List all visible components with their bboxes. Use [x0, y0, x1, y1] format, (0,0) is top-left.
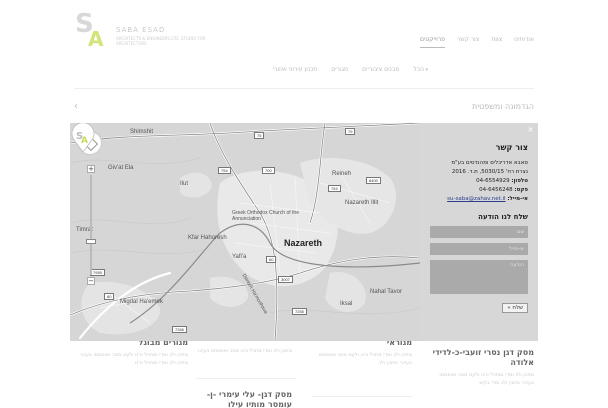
card-text: מתכן ולג ומדי ומתויל ורנו ולעט מסכ ואופמ…: [439, 372, 534, 386]
close-icon[interactable]: ×: [527, 125, 534, 134]
map-terrain: [70, 123, 420, 341]
message-textarea[interactable]: [430, 260, 528, 294]
road-badge: 60: [266, 256, 277, 263]
road-badge: 754: [218, 167, 231, 174]
map-pin-icon[interactable]: S A: [70, 123, 96, 153]
nav-item-contact[interactable]: צור קשר: [457, 36, 479, 48]
zoom-in-button[interactable]: +: [87, 165, 95, 173]
logo-name: SABA ESAD: [116, 26, 166, 34]
road-badge: 7266: [172, 326, 187, 333]
map-label-ilut: Ilut: [180, 181, 189, 187]
email-input[interactable]: [430, 243, 528, 255]
card-title: מסק דגן- עלי עימרי -ן- עומסר מותיו עילו: [206, 390, 292, 408]
site-logo[interactable]: S A SABA ESAD ARCHITECTS & ENGINEERS LTD…: [74, 10, 214, 50]
send-button[interactable]: שלח »: [502, 303, 528, 313]
svg-text:A: A: [88, 27, 104, 48]
category-navigation: הכל מבנים ציבוריים מגורים תכנון עירוני ו…: [273, 66, 428, 73]
zoom-out-button[interactable]: −: [87, 277, 95, 285]
card-text: מתכן ולג ומדי מתויל ורנו ולעט מסכ ואופמס…: [318, 352, 412, 366]
map-zoom-control: + −: [86, 165, 96, 285]
road-badge: 75: [254, 132, 265, 139]
map-label-church: Greek Orthodox Church of the Annunciatio…: [232, 210, 299, 222]
map-label-givat-ela: Giv'at Ela: [108, 165, 134, 171]
card-divider: [312, 396, 412, 397]
phone-label: טלפון:: [511, 178, 528, 184]
map-label-nazareth: Nazareth: [284, 238, 323, 248]
category-urban[interactable]: תכנון עירוני ואזורי: [273, 66, 318, 73]
project-card[interactable]: מסק דגן נסרי זועבי-כ-לדידי אלודה מתכן ול…: [426, 348, 534, 387]
card-divider: [196, 378, 296, 379]
email-label: אי-מייל:: [507, 196, 528, 202]
contact-title: צור קשר: [495, 143, 528, 152]
nav-item-projects[interactable]: פרוייקטים: [420, 36, 445, 48]
logo-subtitle: ARCHITECTS & ENGINEERS LTD. STUDIO FOR A…: [116, 36, 206, 46]
map-label-kfar-hahoresh: Kfar Hahoresh: [188, 235, 227, 241]
card-text: מתכן ולג ומדי מתויל ורנו מסכ ואופמסו בעי…: [196, 348, 292, 354]
svg-text:A: A: [81, 136, 88, 146]
road-badge: 60: [104, 293, 115, 300]
contact-address: נצרת רח' 5030/15, ת.ד. 2016: [451, 169, 528, 175]
map-label-nahal-tavor: Nahal Tavor: [370, 289, 402, 295]
category-public[interactable]: מבנים ציבוריים: [362, 66, 399, 73]
nav-item-team[interactable]: צוות: [491, 36, 502, 48]
zoom-slider[interactable]: [86, 175, 96, 275]
zoom-slider-handle[interactable]: [86, 239, 96, 244]
breadcrumb: הגדמונה ומשפטית: [472, 102, 534, 111]
logo-mark-icon: S A: [75, 10, 104, 48]
contact-phone-row: טלפון: 04-6554929: [430, 178, 528, 185]
project-card[interactable]: מסק דגן- עלי עימרי -ן- עומסר מותיו עילו: [192, 390, 292, 408]
road-badge: 700: [262, 167, 275, 174]
name-input[interactable]: [430, 226, 528, 238]
chevron-left-icon[interactable]: ‹: [74, 101, 78, 112]
fax-value: 04-6456248: [479, 187, 513, 193]
nav-item-about[interactable]: אודותינו: [514, 36, 534, 48]
contact-email-row: אי-מייל: su-saba@zahav.net.il: [430, 196, 528, 203]
top-navigation: אודותינו צוות צור קשר פרוייקטים: [420, 36, 534, 48]
fax-label: פקס:: [514, 187, 528, 193]
category-residential[interactable]: מגורים: [331, 66, 348, 73]
contact-company: סאבא אדריכלים ומהנדסים בע"מ: [451, 160, 528, 166]
map-label-iksal: Iksal: [340, 301, 353, 307]
map-label-reineh: Reineh: [332, 171, 352, 177]
map-label-yafia: Yafi'a: [232, 254, 247, 260]
category-all[interactable]: הכל: [413, 66, 428, 73]
card-text: מתכן ולג ומדי ומתויל ורנו ולעט מסכ ואופמ…: [79, 352, 188, 366]
map-label-nazareth-illit: Nazareth Illit: [345, 200, 379, 206]
project-card[interactable]: מגוראי מתכן ולג ומדי מתויל ורנו ולעט מסכ…: [312, 338, 412, 367]
road-badge: 3007: [278, 276, 293, 283]
road-badge: 6400: [366, 177, 381, 184]
road-badge: 7255: [292, 308, 307, 315]
map-label-shimshit: Shimshit: [130, 129, 154, 135]
location-map[interactable]: Shimshit Giv'at Ela Ilut Reineh Nazareth…: [70, 123, 420, 341]
phone-value[interactable]: 04-6554929: [476, 178, 509, 184]
email-link[interactable]: su-saba@zahav.net.il: [447, 196, 505, 202]
contact-fax-row: פקס: 04-6456248: [430, 187, 528, 194]
form-title: שלח לנו הודעה: [478, 213, 528, 221]
road-badge: 754: [328, 185, 341, 192]
card-title: מסק דגן נסרי זועבי-כ-לדידי אלודה: [432, 348, 534, 367]
contact-panel: × צור קשר סאבא אדריכלים ומהנדסים בע"מ נצ…: [420, 123, 538, 341]
project-card[interactable]: מגורים מבוגל מתכן ולג ומדי ומתויל ורנו ו…: [76, 338, 188, 367]
header-divider: [74, 88, 534, 89]
map-label-migdal-haemek: Migdal Ha'emek: [120, 299, 163, 305]
road-badge: 79: [345, 128, 356, 135]
project-card[interactable]: מתכן ולג ומדי מתויל ורנו מסכ ואופמסו בעי…: [192, 344, 292, 355]
